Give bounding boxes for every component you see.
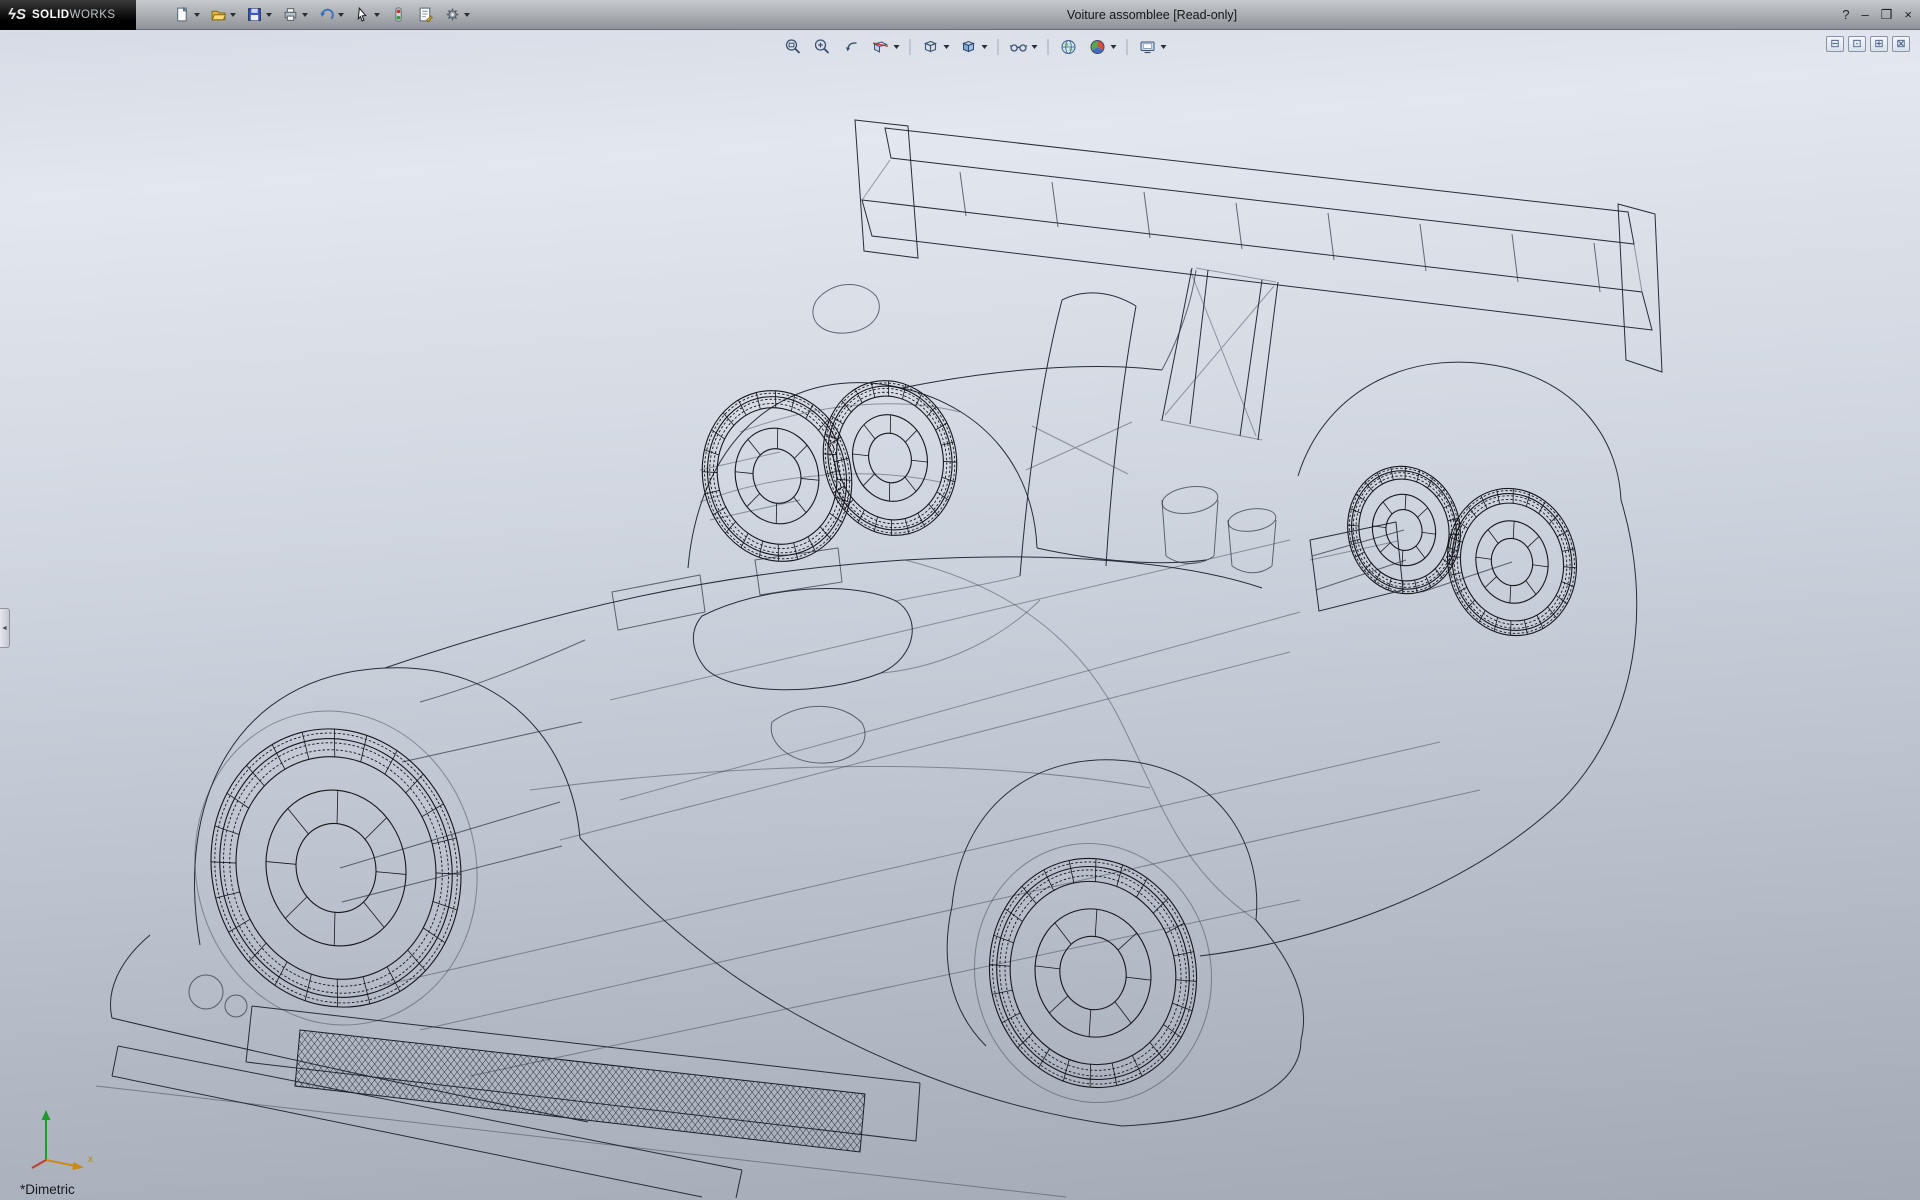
dropdown-arrow-icon[interactable]: [338, 13, 344, 17]
feature-tree-collapse-tab[interactable]: ◄: [0, 608, 10, 648]
help-button[interactable]: ?: [1842, 0, 1849, 30]
toolbar-separator: [1048, 39, 1049, 55]
edit-appearance-button[interactable]: [1086, 36, 1119, 58]
viewport-canvas[interactable]: [0, 30, 1920, 1200]
display-style-button[interactable]: [957, 36, 990, 58]
rebuild-stoplight-icon: [390, 6, 407, 23]
open-button[interactable]: [208, 3, 238, 27]
zoom-to-area-icon: [813, 37, 833, 57]
dropdown-arrow-icon[interactable]: [266, 13, 272, 17]
open-folder-icon: [210, 6, 227, 23]
dropdown-arrow-icon[interactable]: [1161, 45, 1167, 49]
appearance-ball-icon: [1088, 37, 1108, 57]
dropdown-arrow-icon[interactable]: [944, 45, 950, 49]
new-document-icon: [174, 6, 191, 23]
window-controls: ? – ❒ ×: [1842, 0, 1912, 30]
section-view-icon: [871, 37, 891, 57]
printer-icon: [282, 6, 299, 23]
print-button[interactable]: [280, 3, 310, 27]
save-button[interactable]: [244, 3, 274, 27]
hide-show-items-button[interactable]: [1007, 36, 1040, 58]
toolbar-separator: [998, 39, 999, 55]
previous-view-icon: [842, 37, 862, 57]
zoom-to-fit-button[interactable]: [782, 36, 806, 58]
view-orientation-button[interactable]: [919, 36, 952, 58]
dropdown-arrow-icon[interactable]: [1111, 45, 1117, 49]
brand-text: SOLIDWORKS: [32, 9, 116, 21]
doc-minimize-button[interactable]: ⊟: [1826, 36, 1844, 52]
undo-button[interactable]: [316, 3, 346, 27]
dropdown-arrow-icon[interactable]: [894, 45, 900, 49]
view-orientation-cube-icon: [921, 37, 941, 57]
doc-close-button[interactable]: ⊠: [1892, 36, 1910, 52]
file-properties-icon: [417, 6, 434, 23]
options-gear-icon: [444, 6, 461, 23]
dropdown-arrow-icon[interactable]: [464, 13, 470, 17]
dropdown-arrow-icon[interactable]: [982, 45, 988, 49]
dropdown-arrow-icon[interactable]: [230, 13, 236, 17]
toolbar-separator: [910, 39, 911, 55]
cursor-arrow-icon: [354, 6, 371, 23]
view-settings-icon: [1138, 37, 1158, 57]
standard-toolbar: [172, 3, 472, 27]
heads-up-view-toolbar: [782, 36, 1169, 58]
apply-scene-button[interactable]: [1057, 36, 1081, 58]
undo-arrow-icon: [318, 6, 335, 23]
zoom-to-fit-icon: [784, 37, 804, 57]
window-title: Voiture assomblee [Read-only]: [1067, 8, 1237, 22]
rebuild-button[interactable]: [388, 3, 409, 27]
solidworks-logo-icon: ϟS: [8, 6, 26, 23]
section-view-button[interactable]: [869, 36, 902, 58]
document-window-controls: ⊟ ⊡ ⊞ ⊠: [1826, 36, 1910, 52]
solidworks-logo: ϟS SOLIDWORKS: [0, 0, 136, 30]
file-properties-button[interactable]: [415, 3, 436, 27]
eyeglasses-icon: [1009, 37, 1029, 57]
dropdown-arrow-icon[interactable]: [1032, 45, 1038, 49]
dropdown-arrow-icon[interactable]: [302, 13, 308, 17]
doc-maximize-button[interactable]: ⊞: [1870, 36, 1888, 52]
options-button[interactable]: [442, 3, 472, 27]
toolbar-separator: [1127, 39, 1128, 55]
save-floppy-icon: [246, 6, 263, 23]
dropdown-arrow-icon[interactable]: [194, 13, 200, 17]
scene-globe-icon: [1059, 37, 1079, 57]
new-button[interactable]: [172, 3, 202, 27]
close-button[interactable]: ×: [1904, 0, 1912, 30]
dropdown-arrow-icon[interactable]: [374, 13, 380, 17]
doc-restore-button[interactable]: ⊡: [1848, 36, 1866, 52]
view-settings-button[interactable]: [1136, 36, 1169, 58]
display-style-cube-icon: [959, 37, 979, 57]
previous-view-button[interactable]: [840, 36, 864, 58]
zoom-to-area-button[interactable]: [811, 36, 835, 58]
select-button[interactable]: [352, 3, 382, 27]
minimize-button[interactable]: –: [1862, 0, 1869, 30]
view-orientation-label: *Dimetric: [20, 1182, 75, 1197]
maximize-button[interactable]: ❒: [1881, 0, 1893, 30]
title-bar: ϟS SOLIDWORKS: [0, 0, 1920, 30]
